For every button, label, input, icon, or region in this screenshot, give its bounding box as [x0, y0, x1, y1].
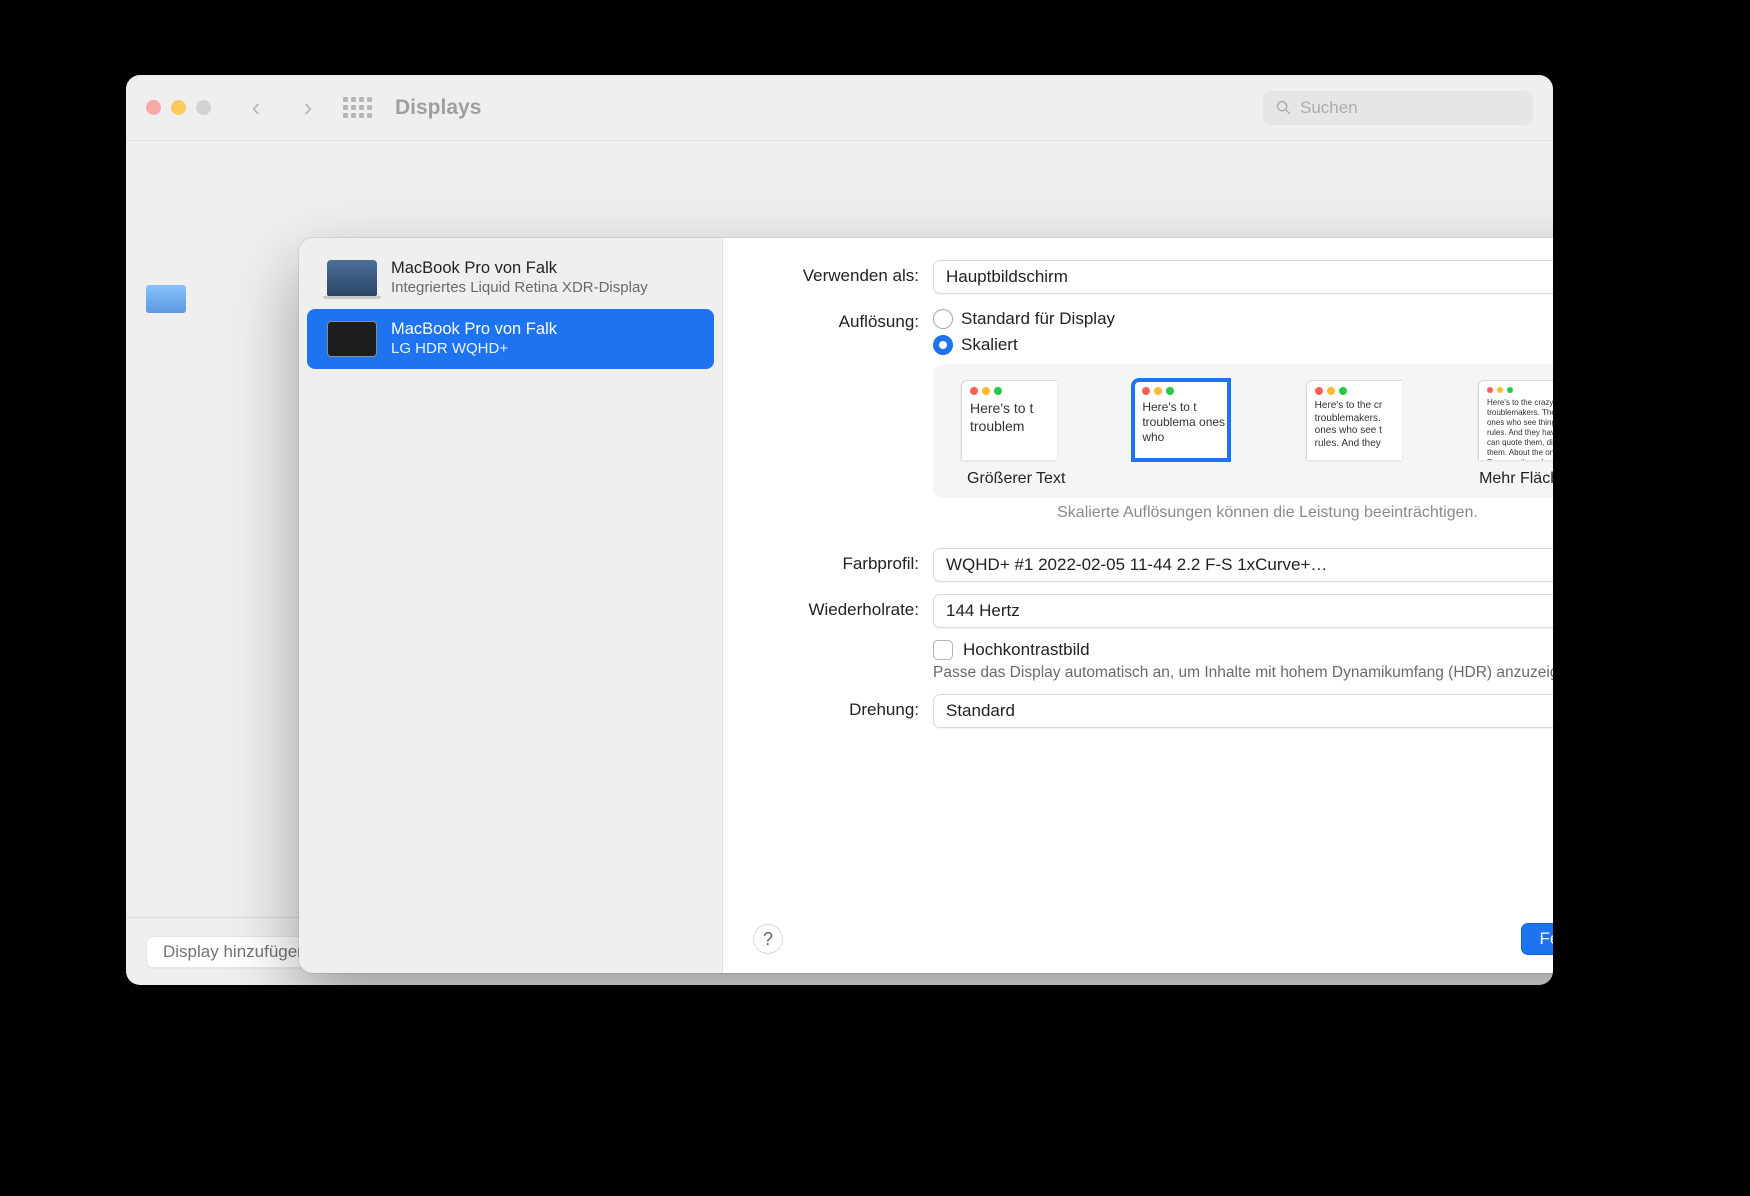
sidebar-item-name: MacBook Pro von Falk: [391, 258, 648, 279]
window-controls: [146, 100, 211, 115]
radio-icon: [933, 309, 953, 329]
window-title: Displays: [395, 96, 481, 120]
resolution-default-radio[interactable]: Standard für Display: [933, 306, 1553, 332]
scale-more-space-label: Mehr Fläche: [1479, 470, 1553, 488]
display-settings-sheet: MacBook Pro von Falk Integriertes Liquid…: [299, 238, 1553, 973]
search-field[interactable]: Suchen: [1263, 91, 1533, 125]
refresh-rate-popup[interactable]: 144 Hertz: [933, 594, 1553, 628]
show-all-grid-icon[interactable]: [343, 97, 371, 118]
radio-icon: [933, 335, 953, 355]
close-window-button[interactable]: [146, 100, 161, 115]
search-icon: [1275, 99, 1292, 116]
laptop-icon: [327, 260, 377, 296]
sidebar-item-builtin-display[interactable]: MacBook Pro von Falk Integriertes Liquid…: [307, 248, 714, 307]
system-preferences-window: ‹ › Displays Suchen Display hinzufügen ⌄…: [126, 75, 1553, 985]
resolution-label: Auflösung:: [753, 306, 933, 332]
hdr-description: Passe das Display automatisch an, um Inh…: [933, 664, 1553, 682]
titlebar: ‹ › Displays Suchen: [126, 75, 1553, 141]
color-profile-label: Farbprofil:: [753, 548, 933, 574]
monitor-icon: [327, 321, 377, 357]
sidebar-item-sub: Integriertes Liquid Retina XDR-Display: [391, 279, 648, 298]
scaled-resolutions-card: Here's to t troublem Here's to t trouble…: [933, 364, 1553, 498]
display-arrangement-tile[interactable]: [146, 285, 186, 313]
scale-larger-text-label: Größerer Text: [967, 470, 1065, 488]
minimize-window-button[interactable]: [171, 100, 186, 115]
sidebar-item-external-display[interactable]: MacBook Pro von Falk LG HDR WQHD+: [307, 309, 714, 368]
scale-option-more-space[interactable]: Here's to the crazy one troublemakers. T…: [1478, 380, 1553, 460]
zoom-window-button[interactable]: [196, 100, 211, 115]
sidebar-item-name: MacBook Pro von Falk: [391, 319, 557, 340]
sheet-help-button[interactable]: ?: [753, 924, 783, 954]
use-as-popup[interactable]: Hauptbildschirm: [933, 260, 1553, 294]
sidebar-item-sub: LG HDR WQHD+: [391, 340, 557, 359]
search-placeholder: Suchen: [1300, 98, 1358, 118]
scale-option-largest-text[interactable]: Here's to t troublem: [961, 380, 1057, 460]
checkbox-icon: [933, 640, 953, 660]
refresh-rate-label: Wiederholrate:: [753, 594, 933, 620]
scale-option-2[interactable]: Here's to t troublema ones who: [1133, 380, 1229, 460]
display-settings-main: Verwenden als: Hauptbildschirm Auflösung…: [723, 238, 1553, 973]
displays-sidebar: MacBook Pro von Falk Integriertes Liquid…: [299, 238, 723, 973]
scale-option-3[interactable]: Here's to the cr troublemakers. ones who…: [1306, 380, 1402, 460]
high-dynamic-range-checkbox[interactable]: Hochkontrastbild: [933, 640, 1553, 660]
scaled-performance-note: Skalierte Auflösungen können die Leistun…: [933, 504, 1553, 522]
back-button[interactable]: ‹: [239, 92, 273, 123]
forward-button[interactable]: ›: [291, 92, 325, 123]
rotation-label: Drehung:: [753, 694, 933, 720]
color-profile-popup[interactable]: WQHD+ #1 2022-02-05 11-44 2.2 F-S 1xCurv…: [933, 548, 1553, 582]
rotation-popup[interactable]: Standard: [933, 694, 1553, 728]
resolution-scaled-radio[interactable]: Skaliert: [933, 332, 1553, 358]
use-as-label: Verwenden als:: [753, 260, 933, 286]
done-button[interactable]: Fertig: [1521, 923, 1553, 955]
